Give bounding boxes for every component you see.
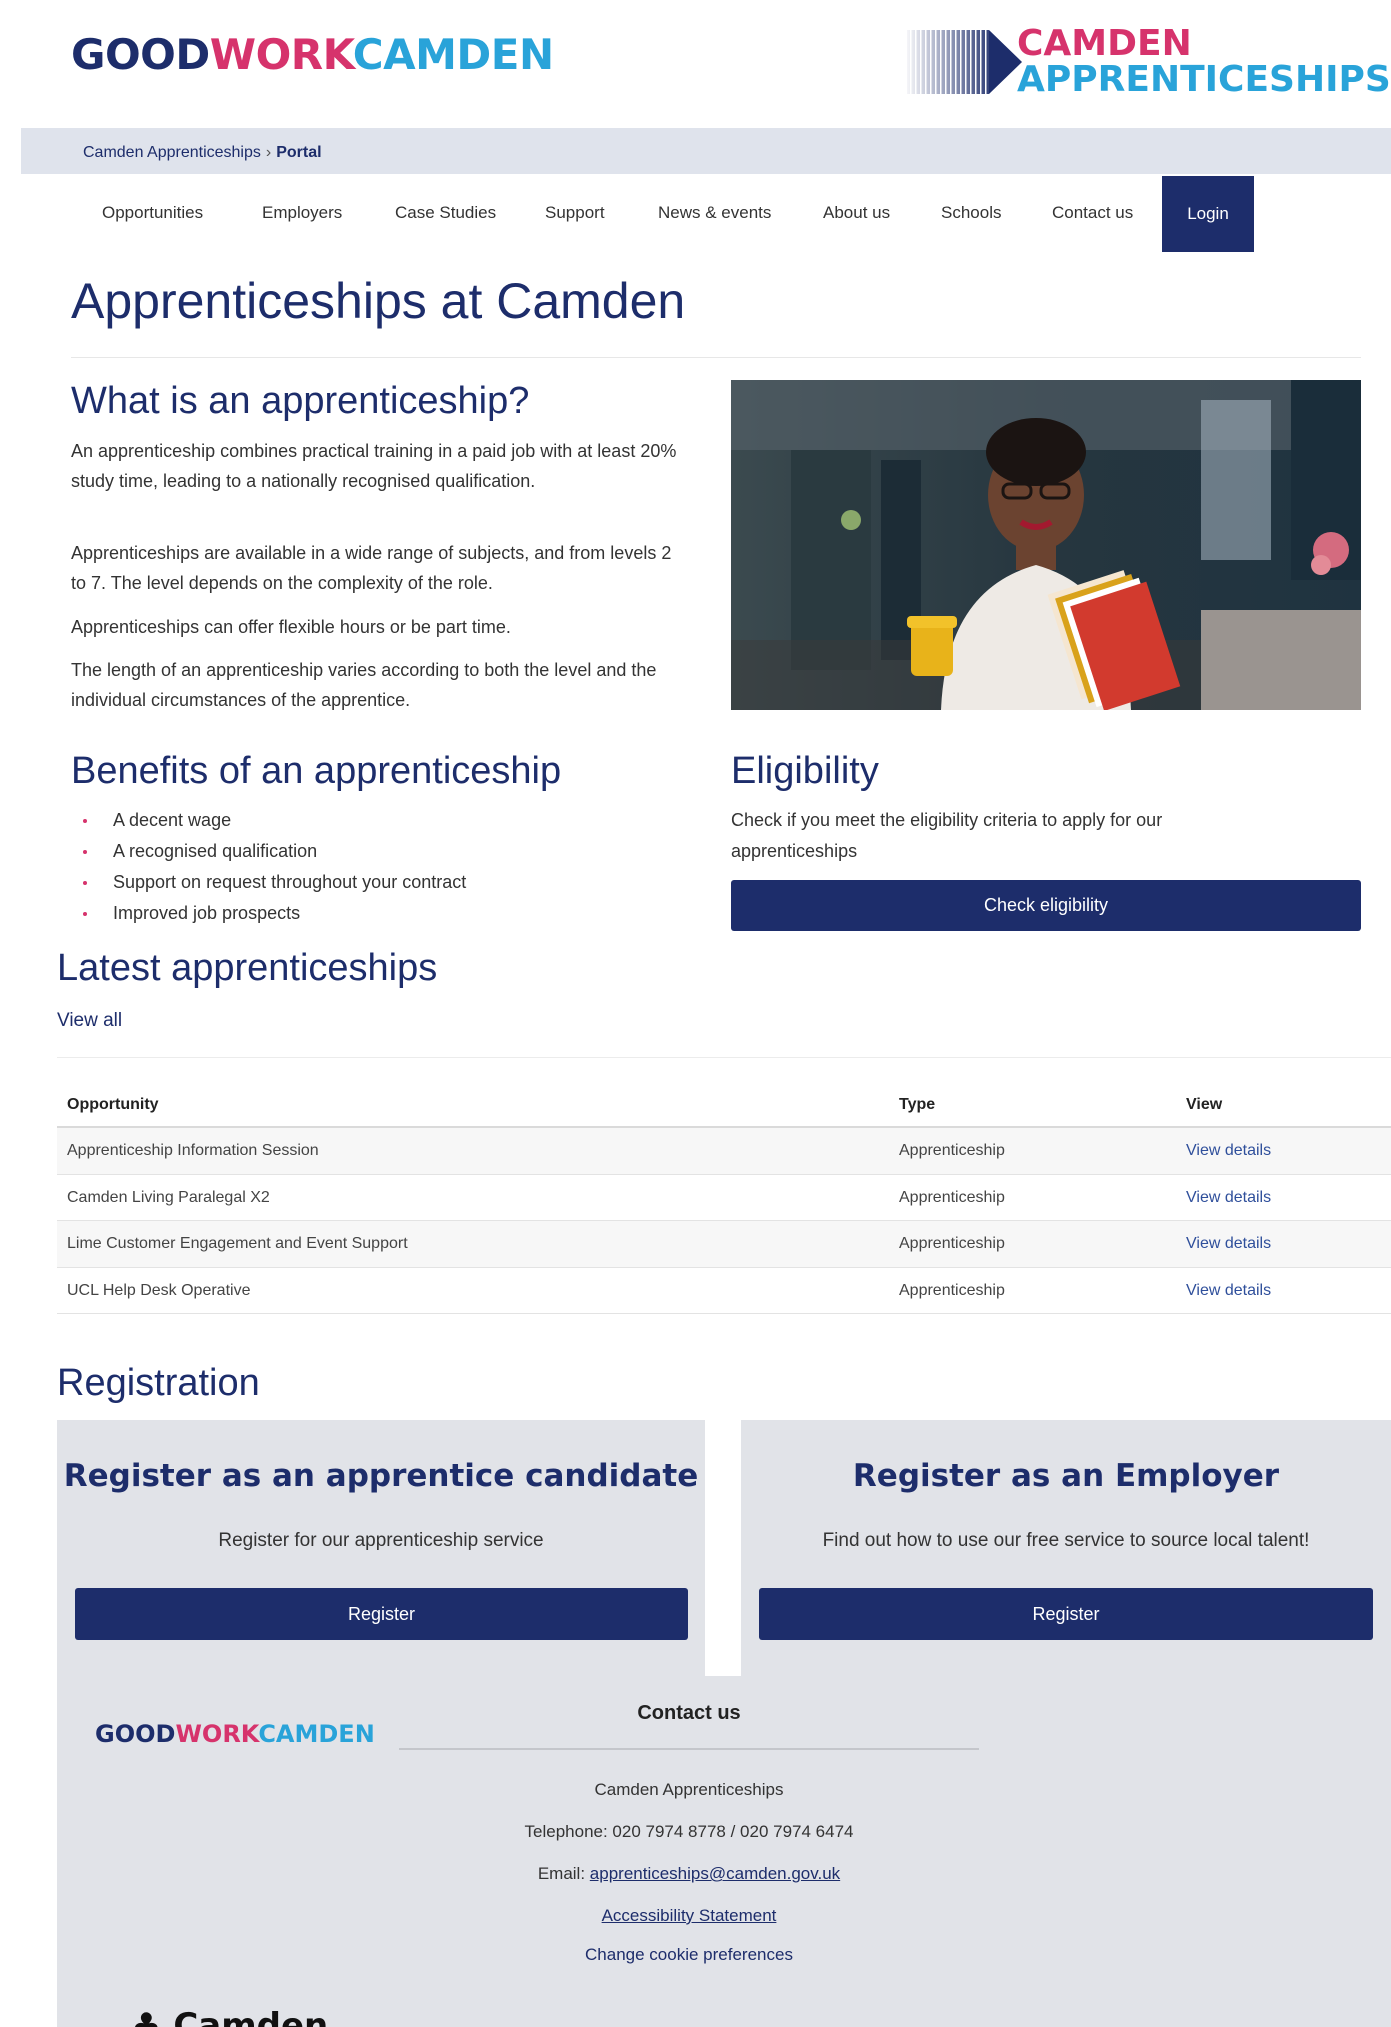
footer-email-line: Email: apprenticeships@camden.gov.uk — [399, 1864, 979, 1884]
table-row: Apprenticeship Information Session Appre… — [57, 1128, 1391, 1175]
nav-item-schools[interactable]: Schools — [941, 174, 1001, 252]
main-nav: Opportunities Employers Case Studies Sup… — [21, 174, 1391, 252]
camden-council-logo[interactable]: ♣ Camden — [131, 2006, 328, 2027]
type-cell: Apprenticeship — [899, 1142, 1005, 1159]
apprentice-photo-illustration — [731, 380, 1361, 710]
footer-contact-heading: Contact us — [637, 1702, 741, 1724]
bullet-icon — [83, 850, 87, 854]
accessibility-statement-link[interactable]: Accessibility Statement — [602, 1906, 777, 1925]
benefits-heading: Benefits of an apprenticeship — [71, 750, 562, 792]
logo-line-camden: CAMDEN — [1017, 23, 1192, 64]
footer-org-name: Camden Apprenticeships — [594, 1780, 784, 1799]
candidate-card-subtitle: Register for our apprenticeship service — [218, 1530, 544, 1551]
breadcrumb-separator-icon: › — [265, 144, 272, 161]
type-cell: Apprenticeship — [899, 1281, 1005, 1299]
opportunity-cell: UCL Help Desk Operative — [67, 1281, 251, 1299]
column-header-type: Type — [899, 1096, 936, 1113]
nav-item-opportunities[interactable]: Opportunities — [102, 174, 203, 252]
candidate-registration-card: Register as an apprentice candidate Regi… — [57, 1420, 705, 1676]
nav-item-contact-us[interactable]: Contact us — [1052, 174, 1133, 252]
type-cell: Apprenticeship — [899, 1235, 1005, 1252]
opportunity-cell: Apprenticeship Information Session — [67, 1142, 319, 1159]
logo-part-camden: CAMDEN — [352, 30, 554, 79]
breadcrumb-parent-link[interactable]: Camden Apprenticeships — [83, 144, 261, 161]
page: GOODWORKCAMDEN CAMDEN APPRENTICESHIPS Ca… — [21, 0, 1391, 2027]
breadcrumb-current: Portal — [276, 144, 322, 161]
list-item: Improved job prospects — [71, 898, 466, 929]
cookie-preferences-link[interactable]: Change cookie preferences — [399, 1945, 979, 1965]
table-header-row: Opportunity Type View — [57, 1082, 1391, 1128]
register-candidate-button[interactable]: Register — [75, 1588, 688, 1640]
logo-line-apprenticeships: APPRENTICESHIPS — [1017, 59, 1391, 100]
what-is-paragraph-3: Apprenticeships can offer flexible hours… — [71, 617, 511, 637]
nav-item-employers[interactable]: Employers — [262, 174, 342, 252]
site-footer: GOODWORKCAMDEN Contact us Camden Apprent… — [57, 1676, 1391, 2027]
logo-part-good: GOOD — [71, 30, 210, 79]
column-header-opportunity: Opportunity — [67, 1096, 159, 1113]
register-employer-button[interactable]: Register — [759, 1588, 1373, 1640]
employer-card-subtitle: Find out how to use our free service to … — [822, 1530, 1310, 1551]
footer-telephone: Telephone: 020 7974 8778 / 020 7974 6474 — [524, 1822, 854, 1841]
employer-card-title: Register as an Employer — [852, 1458, 1280, 1494]
latest-heading: Latest apprenticeships — [57, 947, 438, 989]
bullet-icon — [83, 819, 87, 823]
what-is-paragraph-1: An apprenticeship combines practical tra… — [71, 441, 677, 491]
benefits-list: A decent wage A recognised qualification… — [71, 805, 466, 929]
column-header-view: View — [1186, 1096, 1223, 1113]
what-is-paragraph-4: The length of an apprenticeship varies a… — [71, 660, 657, 710]
employer-registration-card: Register as an Employer Find out how to … — [741, 1420, 1391, 1676]
divider — [57, 1057, 1391, 1058]
nav-item-support[interactable]: Support — [545, 174, 605, 252]
eligibility-text: Check if you meet the eligibility criter… — [731, 810, 1163, 861]
breadcrumb: Camden Apprenticeships › Portal — [21, 128, 1391, 174]
hero-image — [731, 380, 1361, 710]
table-row: Camden Living Paralegal X2 Apprenticeshi… — [57, 1175, 1391, 1221]
view-details-link[interactable]: View details — [1186, 1175, 1271, 1221]
login-button[interactable]: Login — [1162, 176, 1254, 252]
opportunity-cell: Camden Living Paralegal X2 — [67, 1188, 270, 1206]
nav-item-case-studies[interactable]: Case Studies — [395, 174, 496, 252]
what-is-paragraph-2: Apprenticeships are available in a wide … — [71, 543, 672, 593]
view-all-link[interactable]: View all — [57, 1010, 122, 1032]
table-row: UCL Help Desk Operative Apprenticeship V… — [57, 1268, 1391, 1314]
goodwork-camden-logo[interactable]: GOODWORKCAMDEN — [71, 30, 554, 79]
footer-accessibility-line: Accessibility Statement — [399, 1906, 979, 1926]
view-details-link[interactable]: View details — [1186, 1128, 1271, 1174]
footer-email-label: Email: — [537, 1864, 590, 1883]
table-row: Lime Customer Engagement and Event Suppo… — [57, 1221, 1391, 1268]
arrow-stripes-icon — [907, 30, 1022, 94]
logo-part-work: WORK — [209, 30, 354, 79]
registration-heading: Registration — [57, 1362, 260, 1404]
list-item: Support on request throughout your contr… — [71, 867, 466, 898]
site-header: GOODWORKCAMDEN CAMDEN APPRENTICESHIPS — [21, 0, 1391, 128]
eligibility-heading: Eligibility — [731, 750, 879, 792]
camden-crest-icon: ♣ — [131, 2006, 162, 2027]
candidate-card-title: Register as an apprentice candidate — [63, 1458, 699, 1494]
bullet-icon — [83, 881, 87, 885]
page-title: Apprenticeships at Camden — [71, 273, 686, 329]
apprenticeships-table: Opportunity Type View Apprenticeship Inf… — [57, 1082, 1391, 1314]
camden-apprenticeships-logo[interactable]: CAMDEN APPRENTICESHIPS — [907, 26, 1391, 102]
nav-item-news-events[interactable]: News & events — [658, 174, 771, 252]
what-is-heading: What is an apprenticeship? — [71, 380, 530, 422]
opportunity-cell: Lime Customer Engagement and Event Suppo… — [67, 1235, 408, 1252]
divider — [71, 357, 1361, 358]
footer-goodwork-camden-logo[interactable]: GOODWORKCAMDEN — [95, 1720, 375, 1748]
view-details-link[interactable]: View details — [1186, 1268, 1271, 1314]
view-details-link[interactable]: View details — [1186, 1221, 1271, 1267]
footer-email-link[interactable]: apprenticeships@camden.gov.uk — [590, 1864, 840, 1883]
nav-item-about-us[interactable]: About us — [823, 174, 890, 252]
type-cell: Apprenticeship — [899, 1188, 1005, 1206]
list-item: A recognised qualification — [71, 836, 466, 867]
bullet-icon — [83, 912, 87, 916]
list-item: A decent wage — [71, 805, 466, 836]
check-eligibility-button[interactable]: Check eligibility — [731, 880, 1361, 931]
footer-divider — [399, 1748, 979, 1750]
